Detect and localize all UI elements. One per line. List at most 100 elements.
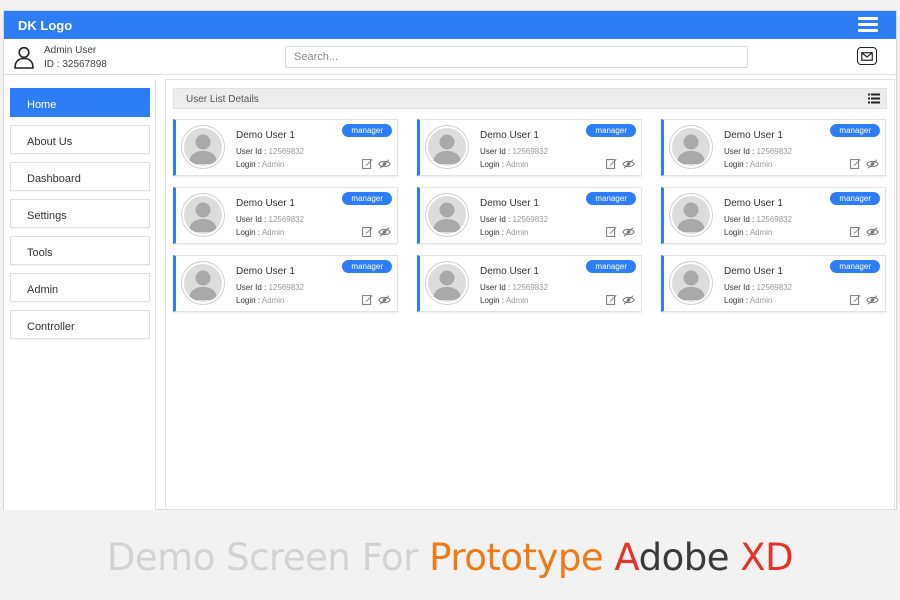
login-label: Login : — [724, 228, 749, 237]
footer-text-part: A — [614, 536, 639, 579]
login-value: Admin — [261, 160, 285, 169]
user-card-login: Login : Admin — [480, 296, 529, 305]
avatar-icon — [670, 126, 712, 168]
user-card-name: Demo User 1 — [724, 130, 783, 141]
user-card[interactable]: Demo User 1 manager User Id : 12569832 Logi… — [661, 255, 886, 312]
user-name: Admin User — [44, 45, 97, 56]
hamburger-icon[interactable] — [858, 17, 878, 33]
user-card[interactable]: Demo User 1 manager User Id : 12569832 Logi… — [417, 119, 642, 176]
user-card-id: User Id : 12569832 — [724, 215, 792, 224]
eye-icon[interactable] — [622, 159, 635, 169]
app-window: DK Logo Admin User ID : 32567898 Home Ab… — [3, 10, 897, 510]
user-id-value: 12569832 — [268, 283, 305, 292]
user-card[interactable]: Demo User 1 manager User Id : 12569832 Logi… — [173, 119, 398, 176]
login-label: Login : — [480, 160, 505, 169]
eye-icon[interactable] — [622, 227, 635, 237]
edit-icon[interactable] — [850, 226, 861, 237]
footer-text-part: Prototype — [429, 536, 615, 579]
role-badge: manager — [586, 192, 636, 205]
user-card-login: Login : Admin — [236, 296, 285, 305]
login-label: Login : — [480, 296, 505, 305]
login-label: Login : — [480, 228, 505, 237]
user-id-label: User Id : — [480, 215, 511, 224]
edit-icon[interactable] — [362, 158, 373, 169]
user-card-id: User Id : 12569832 — [724, 283, 792, 292]
footer-text-part: XD — [740, 536, 794, 579]
eye-icon[interactable] — [866, 159, 879, 169]
edit-icon[interactable] — [606, 226, 617, 237]
sidebar-item-tools[interactable]: Tools — [10, 236, 150, 265]
user-card[interactable]: Demo User 1 manager User Id : 12569832 Logi… — [661, 119, 886, 176]
login-label: Login : — [236, 228, 261, 237]
user-card-login: Login : Admin — [724, 160, 773, 169]
sidebar-item-admin[interactable]: Admin — [10, 273, 150, 302]
user-card[interactable]: Demo User 1 manager User Id : 12569832 Logi… — [661, 187, 886, 244]
user-id-label: User Id : — [236, 147, 267, 156]
user-card[interactable]: Demo User 1 manager User Id : 12569832 Logi… — [417, 255, 642, 312]
sidebar-item-dashboard[interactable]: Dashboard — [10, 162, 150, 191]
user-card-id: User Id : 12569832 — [480, 283, 548, 292]
user-card-id: User Id : 12569832 — [236, 147, 304, 156]
sidebar-item-controller[interactable]: Controller — [10, 310, 150, 339]
user-id-value: 12569832 — [268, 147, 305, 156]
role-badge: manager — [342, 260, 392, 273]
user-card[interactable]: Demo User 1 manager User Id : 12569832 Logi… — [173, 255, 398, 312]
user-id-label: User Id : — [236, 283, 267, 292]
search-input[interactable] — [285, 46, 748, 68]
footer-caption: Demo Screen For Prototype Adobe XD — [0, 536, 900, 579]
user-id-label: User Id : — [236, 215, 267, 224]
edit-icon[interactable] — [606, 158, 617, 169]
user-card-login: Login : Admin — [480, 160, 529, 169]
eye-icon[interactable] — [866, 227, 879, 237]
eye-icon[interactable] — [378, 159, 391, 169]
edit-icon[interactable] — [362, 226, 373, 237]
user-id-value: 12569832 — [756, 147, 793, 156]
sidebar-item-about-us[interactable]: About Us — [10, 125, 150, 154]
list-icon[interactable] — [868, 93, 880, 104]
user-id-label: User Id : — [480, 147, 511, 156]
login-value: Admin — [505, 228, 529, 237]
footer-text-part: dobe — [638, 536, 741, 579]
user-card[interactable]: Demo User 1 manager User Id : 12569832 Logi… — [417, 187, 642, 244]
eye-icon[interactable] — [622, 295, 635, 305]
user-card-name: Demo User 1 — [236, 130, 295, 141]
mail-icon — [861, 51, 873, 61]
user-id-value: 12569832 — [512, 283, 549, 292]
login-label: Login : — [236, 160, 261, 169]
user-card-id: User Id : 12569832 — [236, 215, 304, 224]
user-card-name: Demo User 1 — [724, 198, 783, 209]
eye-icon[interactable] — [866, 295, 879, 305]
edit-icon[interactable] — [850, 158, 861, 169]
user-id-label: User Id : — [480, 283, 511, 292]
edit-icon[interactable] — [606, 294, 617, 305]
user-card-name: Demo User 1 — [480, 266, 539, 277]
user-id: ID : 32567898 — [44, 59, 107, 70]
login-value: Admin — [749, 228, 773, 237]
eye-icon[interactable] — [378, 295, 391, 305]
sidebar-item-settings[interactable]: Settings — [10, 199, 150, 228]
user-card-id: User Id : 12569832 — [480, 147, 548, 156]
user-card-login: Login : Admin — [236, 160, 285, 169]
avatar-icon — [670, 194, 712, 236]
user-id-value: 12569832 — [756, 283, 793, 292]
login-value: Admin — [261, 228, 285, 237]
user-card[interactable]: Demo User 1 manager User Id : 12569832 Logi… — [173, 187, 398, 244]
user-card-login: Login : Admin — [724, 228, 773, 237]
user-id-label: User Id : — [724, 147, 755, 156]
eye-icon[interactable] — [378, 227, 391, 237]
user-bar: Admin User ID : 32567898 — [4, 39, 896, 75]
edit-icon[interactable] — [362, 294, 373, 305]
role-badge: manager — [830, 260, 880, 273]
login-value: Admin — [505, 160, 529, 169]
sidebar-item-home[interactable]: Home — [10, 88, 150, 117]
login-label: Login : — [236, 296, 261, 305]
login-value: Admin — [749, 296, 773, 305]
role-badge: manager — [830, 124, 880, 137]
role-badge: manager — [586, 124, 636, 137]
user-card-name: Demo User 1 — [724, 266, 783, 277]
edit-icon[interactable] — [850, 294, 861, 305]
top-bar: DK Logo — [4, 11, 896, 39]
mail-button[interactable] — [857, 47, 877, 65]
footer-text-part: Demo Screen For — [106, 536, 430, 579]
login-value: Admin — [749, 160, 773, 169]
